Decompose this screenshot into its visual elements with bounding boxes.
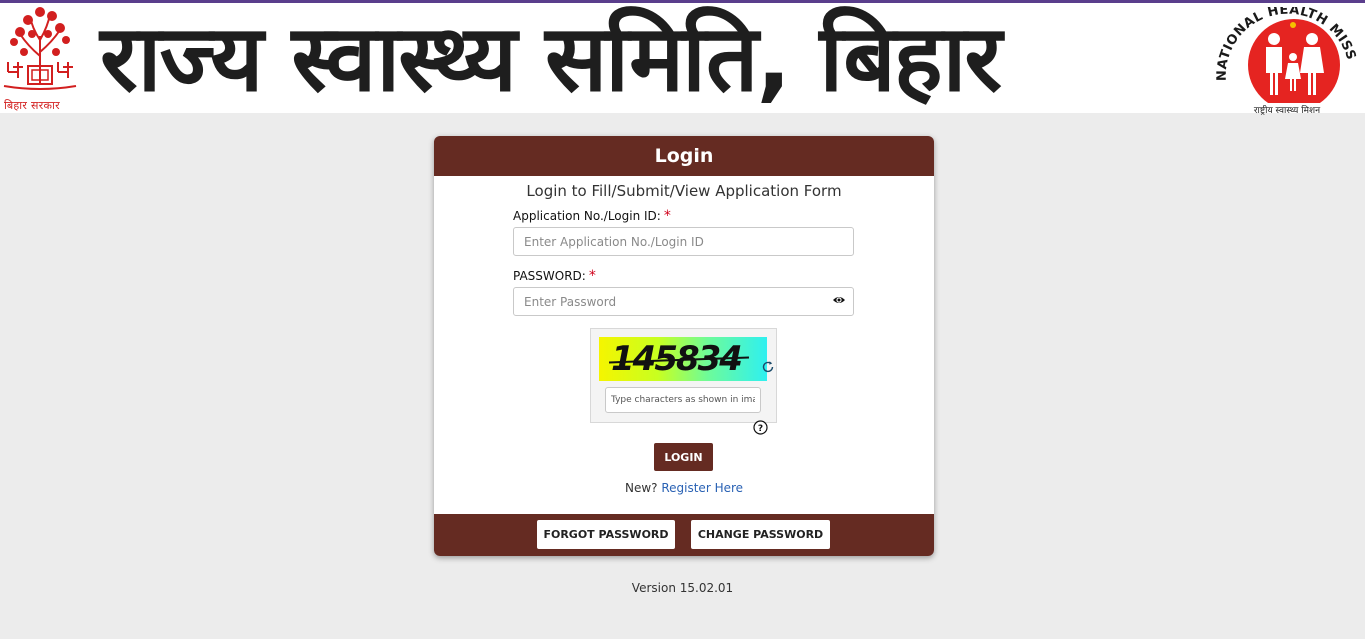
banner-title: राज्य स्वास्थ्य समिति, बिहार [100,5,1002,112]
eye-icon[interactable] [832,293,846,307]
login-card-subtitle: Login to Fill/Submit/View Application Fo… [526,182,842,200]
application-id-input[interactable] [513,227,854,256]
password-label: PASSWORD: * [513,268,596,284]
login-button[interactable]: LOGIN [654,443,713,471]
nhm-caption: राष्ट्रीय स्वास्थ्य मिशन [1253,106,1321,116]
application-id-label-text: Application No./Login ID: [513,209,661,223]
forgot-password-button[interactable]: FORGOT PASSWORD [537,520,675,549]
required-asterisk: * [588,268,596,284]
bihar-sarkar-caption: बिहार सरकार [4,99,60,112]
nhm-logo: NATIONAL HEALTH MISSION राष्ट्रीय स्वास्… [1206,0,1362,116]
nhm-emblem: NATIONAL HEALTH MISSION [1206,0,1358,111]
question-mark-icon[interactable]: ? [753,420,768,435]
version-text: Version 15.02.01 [631,581,734,595]
refresh-icon[interactable] [761,360,775,374]
bodhi-tree-emblem-icon [3,7,77,90]
required-asterisk: * [663,208,671,224]
password-input[interactable] [513,287,854,316]
login-card: Login Login to Fill/Submit/View Applicat… [434,136,934,556]
application-id-label: Application No./Login ID: * [513,208,671,224]
login-card-footer: FORGOT PASSWORD CHANGE PASSWORD [434,514,934,556]
bihar-government-logo: बिहार सरकार [0,6,80,114]
register-here-link[interactable]: Register Here [661,481,743,495]
register-prompt: New? Register Here [434,481,934,495]
change-password-button[interactable]: CHANGE PASSWORD [691,520,830,549]
svg-text:?: ? [758,424,763,434]
password-label-text: PASSWORD: [513,269,586,283]
header-banner: बिहार सरकार राज्य स्वास्थ्य समिति, बिहार… [0,0,1365,116]
captcha-box: 145834 [590,328,777,423]
captcha-image: 145834 [599,337,774,381]
captcha-input[interactable] [605,387,761,413]
new-user-text: New? [624,481,658,495]
login-card-header: Login [434,136,934,176]
